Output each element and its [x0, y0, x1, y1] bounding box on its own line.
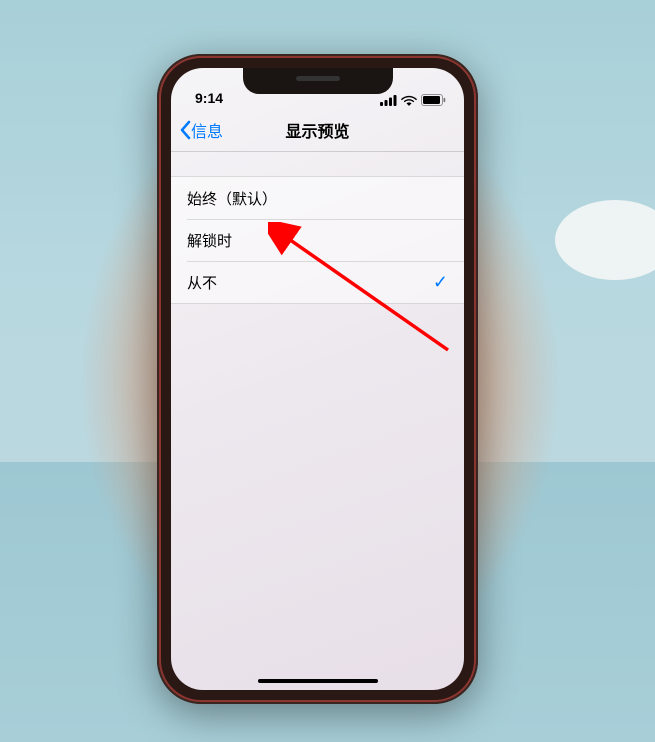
phone-screen: 9:14 信息 显示预览: [171, 68, 464, 690]
wifi-icon: [401, 95, 417, 106]
back-label: 信息: [191, 118, 223, 142]
status-time: 9:14: [189, 90, 223, 106]
cellular-signal-icon: [380, 95, 397, 106]
battery-icon: [421, 94, 446, 106]
chevron-left-icon: [179, 120, 191, 140]
option-label: 始终（默认）: [187, 188, 277, 209]
back-button[interactable]: 信息: [171, 118, 223, 142]
home-indicator[interactable]: [258, 679, 378, 683]
navigation-header: 信息 显示预览: [171, 108, 464, 152]
page-title: 显示预览: [285, 118, 349, 142]
option-label: 解锁时: [187, 230, 232, 251]
option-always[interactable]: 始终（默认）: [171, 177, 464, 219]
phone-frame: 9:14 信息 显示预览: [157, 54, 478, 704]
option-label: 从不: [187, 272, 217, 293]
display-notch: [243, 68, 393, 94]
